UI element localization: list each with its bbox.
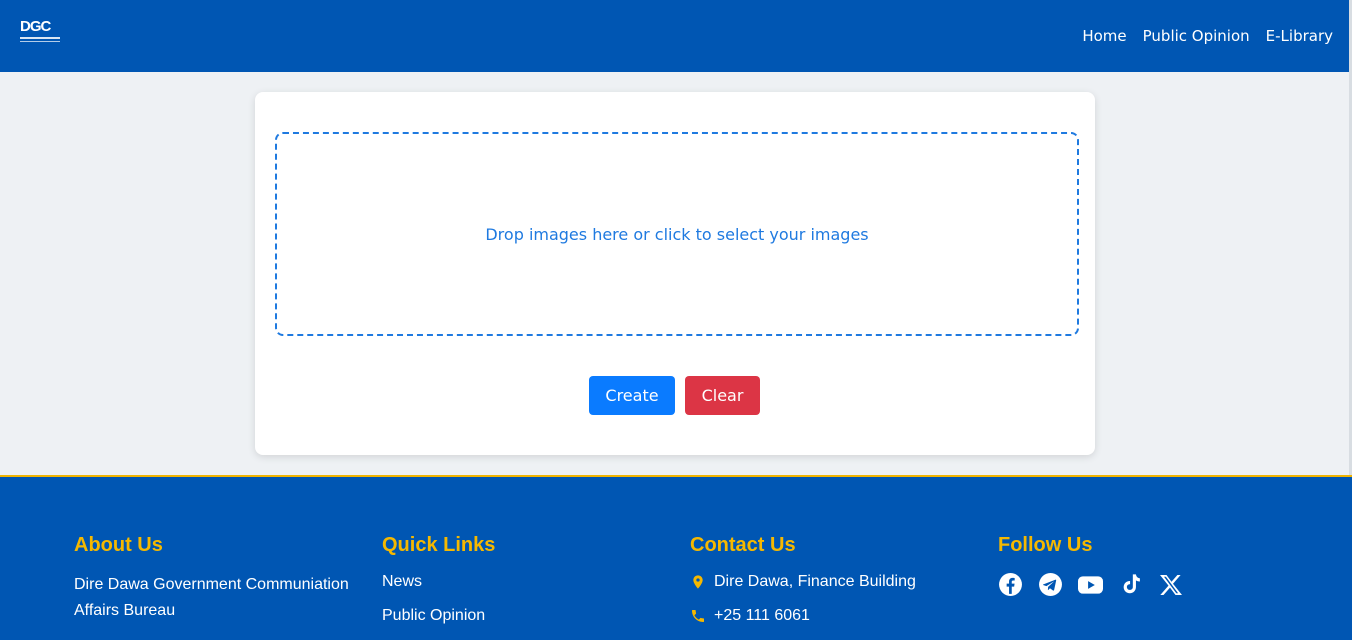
footer-quick-links: Quick Links News Public Opinion bbox=[382, 533, 632, 640]
quick-link-public-opinion[interactable]: Public Opinion bbox=[382, 606, 632, 626]
clear-button[interactable]: Clear bbox=[685, 376, 760, 415]
top-navbar: DGC Home Public Opinion E-Library bbox=[0, 0, 1352, 72]
map-pin-icon bbox=[693, 575, 703, 589]
nav-e-library[interactable]: E-Library bbox=[1266, 26, 1333, 46]
follow-title: Follow Us bbox=[998, 534, 1093, 556]
nav-home[interactable]: Home bbox=[1082, 26, 1126, 46]
youtube-icon[interactable] bbox=[1078, 572, 1103, 597]
main-nav: Home Public Opinion E-Library bbox=[1082, 26, 1333, 46]
footer-contact: Contact Us Dire Dawa, Finance Building +… bbox=[690, 533, 980, 640]
contact-address-text: Dire Dawa, Finance Building bbox=[714, 573, 916, 590]
tiktok-icon[interactable] bbox=[1118, 572, 1143, 597]
contact-address: Dire Dawa, Finance Building bbox=[690, 572, 980, 592]
contact-title: Contact Us bbox=[690, 534, 796, 556]
upload-card: Drop images here or click to select your… bbox=[255, 92, 1095, 455]
logo-text: DGC bbox=[20, 18, 51, 35]
phone-icon bbox=[692, 610, 704, 622]
logo-underline bbox=[20, 37, 60, 39]
about-text: Dire Dawa Government Communiation Affair… bbox=[74, 576, 349, 619]
footer: About Us Dire Dawa Government Communiati… bbox=[0, 475, 1352, 640]
nav-public-opinion[interactable]: Public Opinion bbox=[1143, 26, 1250, 46]
contact-phone-text: +25 111 6061 bbox=[714, 607, 810, 624]
footer-follow: Follow Us bbox=[998, 533, 1248, 597]
footer-about: About Us Dire Dawa Government Communiati… bbox=[74, 533, 364, 624]
telegram-icon[interactable] bbox=[1038, 572, 1063, 597]
dropzone-text: Drop images here or click to select your… bbox=[485, 224, 869, 244]
quick-links-title: Quick Links bbox=[382, 534, 496, 556]
social-links bbox=[998, 572, 1248, 597]
logo-underline-2 bbox=[20, 41, 60, 42]
logo[interactable]: DGC bbox=[20, 18, 62, 42]
contact-phone: +25 111 6061 bbox=[690, 606, 980, 626]
about-title: About Us bbox=[74, 534, 163, 556]
create-button[interactable]: Create bbox=[589, 376, 675, 415]
x-icon[interactable] bbox=[1158, 572, 1183, 597]
quick-link-news[interactable]: News bbox=[382, 572, 632, 592]
facebook-icon[interactable] bbox=[998, 572, 1023, 597]
image-dropzone[interactable]: Drop images here or click to select your… bbox=[275, 132, 1079, 336]
